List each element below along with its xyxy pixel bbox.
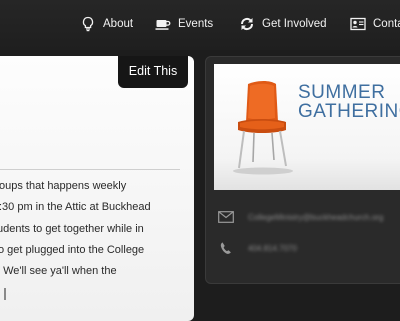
nav-events-label: Events [178,18,214,30]
content-card: Edit This oups that happens weekly :30 p… [0,56,194,321]
phone-icon [220,242,231,254]
banner-title-line2: GATHERING [298,101,400,122]
nav-events[interactable]: Events [155,14,213,34]
event-sidebar: SUMMER GATHERING CollegeMinistry@buckhea… [205,56,400,284]
contact-card-icon [350,17,366,31]
orange-chair-image [233,81,293,175]
nav-about-label: About [103,18,134,30]
nav-get-involved[interactable]: Get Involved [239,14,327,34]
contact-email-row[interactable]: CollegeMinistry@buckheadchurch.org [218,210,383,224]
contact-phone[interactable]: 404.814.7070 [248,244,297,253]
body-text: oups that happens weekly :30 pm in the A… [0,176,194,282]
top-navigation: About Events Get Involved Conta [0,0,400,50]
nav-contact[interactable]: Conta [350,14,400,34]
edit-this-button[interactable]: Edit This [118,56,188,88]
contact-phone-row[interactable]: 404.814.7070 [218,241,297,255]
summer-gathering-banner[interactable]: SUMMER GATHERING [214,64,400,190]
cycle-arrows-icon [240,17,254,31]
lightbulb-icon [82,16,94,32]
coffee-cup-icon [155,20,171,30]
contact-email[interactable]: CollegeMinistry@buckheadchurch.org [248,213,383,222]
body-text-line: :30 pm in the Attic at Buckhead [0,201,151,214]
left-edge-marker [4,288,6,300]
envelope-icon [218,211,234,223]
body-text-line: o get plugged into the College [0,243,145,256]
body-text-line: ! We'll see ya'll when the [0,265,117,278]
content-divider [0,169,180,170]
body-text-line: oups that happens weekly [0,180,127,192]
nav-contact-label: Conta [373,18,400,30]
nav-get-involved-label: Get Involved [262,18,327,30]
nav-about[interactable]: About [80,14,133,34]
body-text-line: udents to get together while in [0,222,144,235]
